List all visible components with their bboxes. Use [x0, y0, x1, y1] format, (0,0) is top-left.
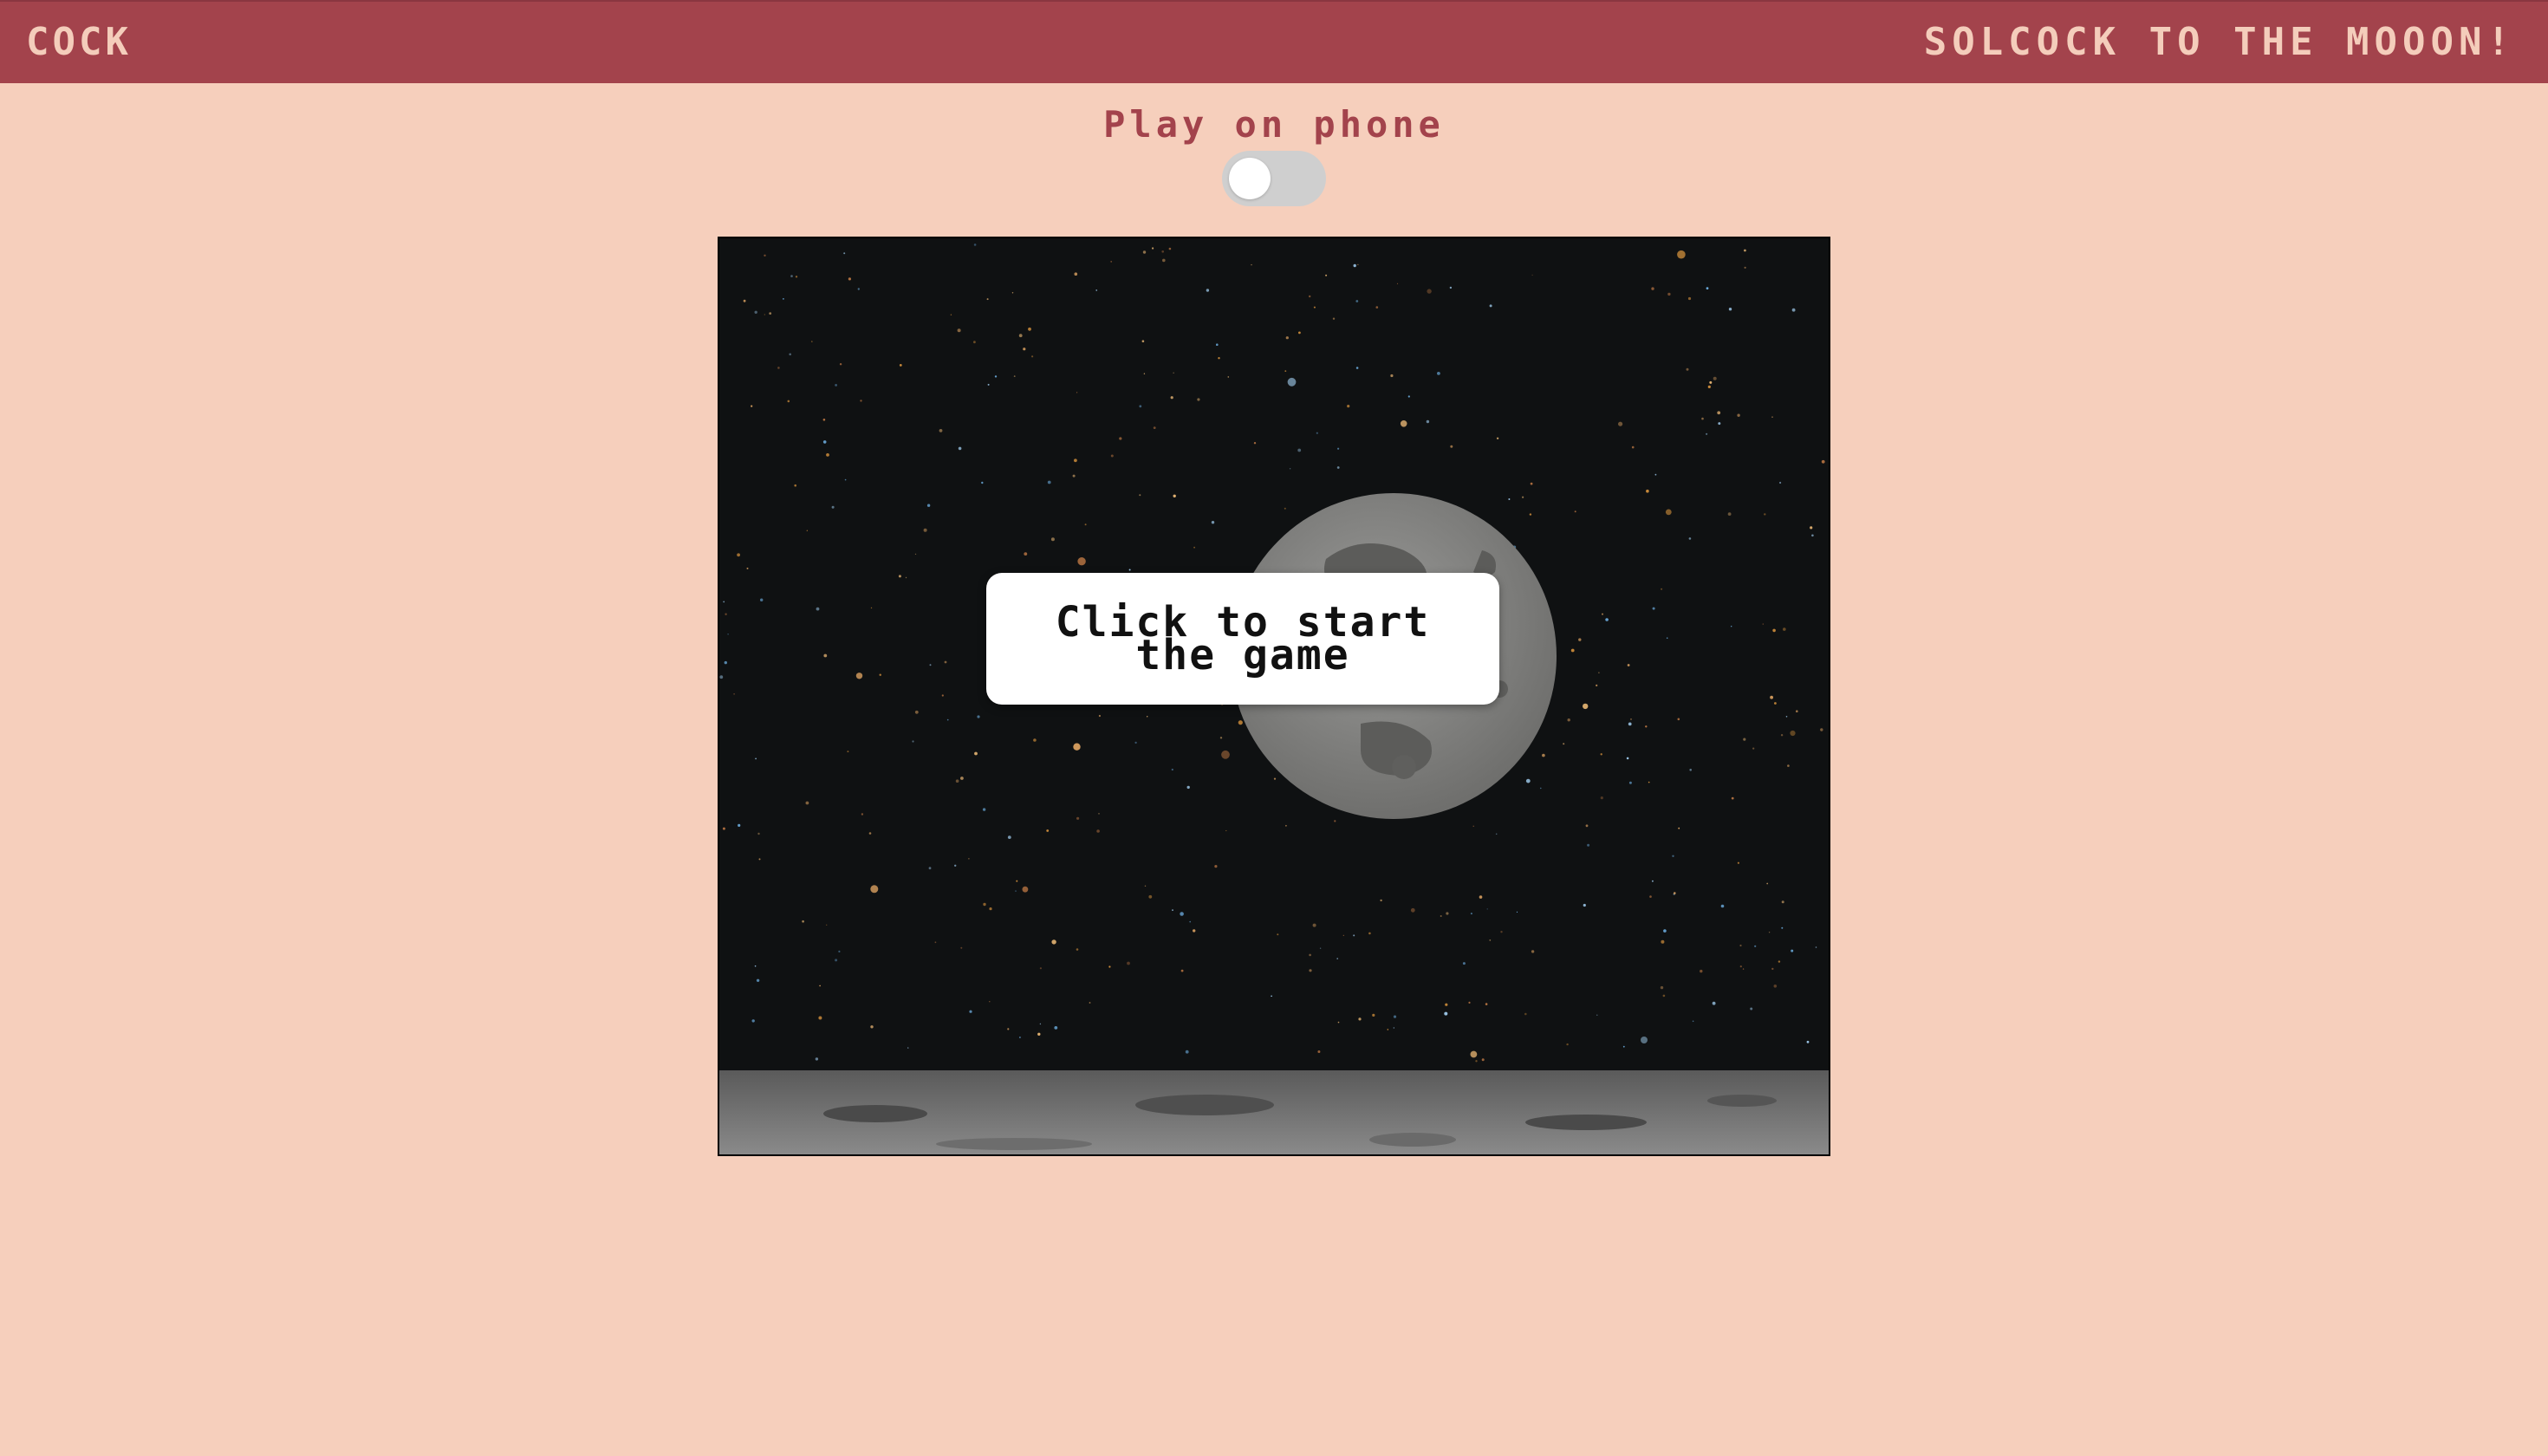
brand-logo-text[interactable]: COCK: [26, 21, 132, 64]
game-canvas[interactable]: Click to start the game: [718, 237, 1830, 1156]
play-on-phone-label: Play on phone: [1103, 103, 1445, 146]
lunar-surface: [719, 1070, 1829, 1154]
start-game-button[interactable]: Click to start the game: [986, 573, 1499, 705]
tagline: SOLCOCK TO THE MOOON!: [1923, 20, 2515, 64]
play-on-phone-toggle[interactable]: [1222, 151, 1326, 206]
start-game-label[interactable]: Click to start the game: [1017, 601, 1468, 676]
top-bar: COCK SOLCOCK TO THE MOOON!: [0, 0, 2548, 83]
toggle-knob[interactable]: [1229, 158, 1271, 199]
